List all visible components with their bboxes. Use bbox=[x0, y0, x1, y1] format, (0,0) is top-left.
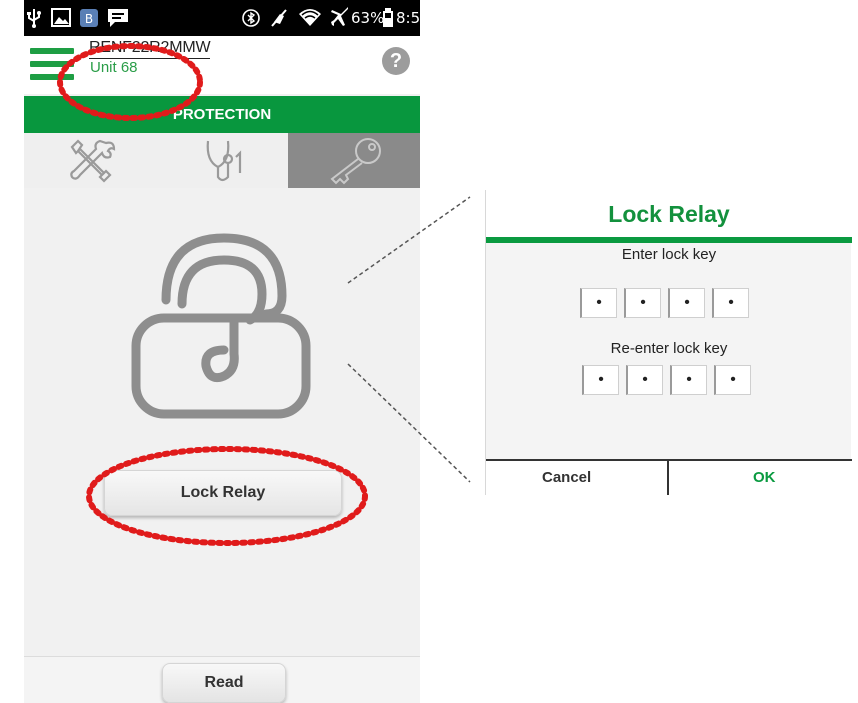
help-button[interactable]: ? bbox=[382, 47, 410, 75]
tab-diagnostics[interactable] bbox=[156, 133, 288, 188]
key-confirm-digit-input[interactable]: • bbox=[714, 365, 751, 395]
tab-bar bbox=[24, 133, 420, 188]
menu-bar-icon bbox=[30, 61, 74, 67]
gallery-icon bbox=[51, 8, 73, 28]
phone-screen: B 63% 8:55am RENF22R2MMW Unit 68 ? bbox=[24, 0, 420, 703]
unit-name: Unit 68 bbox=[90, 59, 138, 76]
lock-relay-button[interactable]: Lock Relay bbox=[104, 470, 342, 516]
read-button[interactable]: Read bbox=[162, 663, 286, 703]
key-confirm-digit-input[interactable]: • bbox=[626, 365, 663, 395]
menu-bar-icon bbox=[30, 74, 74, 80]
wifi-icon bbox=[298, 6, 322, 28]
clock: 8:55am bbox=[396, 9, 420, 30]
ok-button[interactable]: OK bbox=[669, 461, 852, 495]
tools-icon bbox=[70, 139, 116, 183]
key-confirm-digit-input[interactable]: • bbox=[582, 365, 619, 395]
lock-key-inputs: • • • • bbox=[580, 288, 760, 318]
tab-protection[interactable] bbox=[288, 133, 420, 188]
clock-time: 8:55 bbox=[396, 9, 420, 27]
enter-key-label: Enter lock key bbox=[621, 246, 717, 263]
key-digit-input[interactable]: • bbox=[580, 288, 617, 318]
key-digit-input[interactable]: • bbox=[668, 288, 705, 318]
key-digit-input[interactable]: • bbox=[712, 288, 749, 318]
battery-icon bbox=[382, 8, 394, 28]
unlocked-padlock-icon bbox=[131, 233, 311, 419]
bottom-bar: Read bbox=[24, 656, 420, 703]
key-icon bbox=[330, 138, 381, 185]
airplane-icon bbox=[330, 7, 350, 27]
section-title: PROTECTION bbox=[24, 96, 420, 133]
lock-key-confirm-inputs: • • • • bbox=[582, 365, 762, 395]
stethoscope-icon bbox=[206, 140, 242, 182]
key-confirm-digit-input[interactable]: • bbox=[670, 365, 707, 395]
mute-icon bbox=[270, 8, 288, 28]
menu-bar-icon bbox=[30, 48, 74, 54]
svg-text:B: B bbox=[85, 12, 93, 26]
dialog-footer: Cancel OK bbox=[486, 459, 852, 495]
status-bar: B 63% 8:55am bbox=[24, 0, 420, 36]
dialog-title: Lock Relay bbox=[486, 190, 852, 243]
tab-settings[interactable] bbox=[24, 133, 156, 188]
reenter-key-label: Re-enter lock key bbox=[610, 340, 728, 357]
usb-icon bbox=[26, 8, 42, 28]
hamburger-menu-button[interactable] bbox=[30, 44, 74, 80]
battery-level: 63% bbox=[351, 9, 385, 27]
app-header: RENF22R2MMW Unit 68 ? bbox=[24, 36, 420, 94]
bluetooth-icon bbox=[242, 8, 260, 28]
lock-relay-dialog: Lock Relay Enter lock key • • • • Re-ent… bbox=[485, 190, 852, 495]
message-icon bbox=[107, 8, 129, 28]
device-name: RENF22R2MMW bbox=[89, 39, 211, 59]
cancel-button[interactable]: Cancel bbox=[486, 461, 667, 495]
key-digit-input[interactable]: • bbox=[624, 288, 661, 318]
app-icon: B bbox=[79, 8, 99, 28]
